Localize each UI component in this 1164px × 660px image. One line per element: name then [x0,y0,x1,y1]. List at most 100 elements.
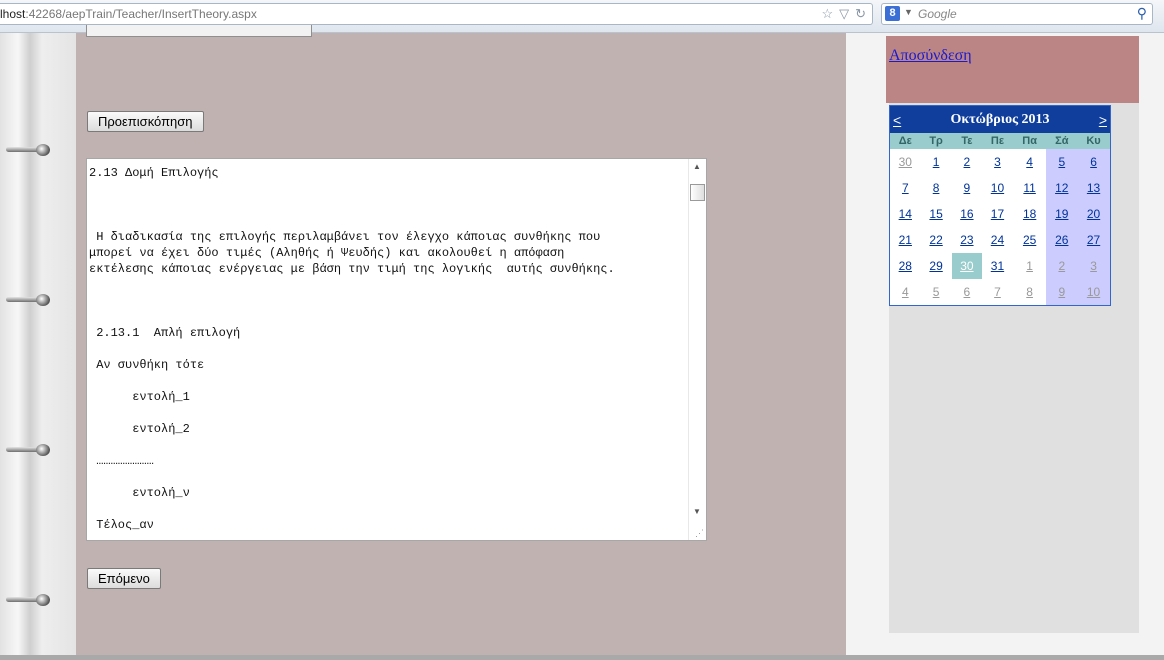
calendar-day-link[interactable]: 10 [991,181,1004,195]
calendar-day-link[interactable]: 3 [994,155,1001,169]
calendar-day-cell[interactable]: 21 [890,227,921,253]
calendar-day-cell[interactable]: 14 [890,201,921,227]
calendar-day-link[interactable]: 25 [1023,233,1036,247]
reload-icon[interactable]: ↻ [855,6,866,21]
calendar-day-link[interactable]: 26 [1055,233,1068,247]
calendar-day-link[interactable]: 14 [899,207,912,221]
address-bar[interactable]: lhost:42268/aepTrain/Teacher/InsertTheor… [0,3,873,25]
calendar-day-link[interactable]: 12 [1055,181,1068,195]
calendar-day-cell[interactable]: 9 [1046,279,1078,305]
calendar-day-cell[interactable]: 1 [921,149,952,175]
calendar-day-cell[interactable]: 22 [921,227,952,253]
calendar-day-cell[interactable]: 23 [952,227,983,253]
calendar-day-cell[interactable]: 30 [951,253,983,279]
logout-link[interactable]: Αποσύνδεση [889,47,972,65]
calendar-day-link[interactable]: 5 [1058,155,1065,169]
calendar-day-cell[interactable]: 1 [1013,253,1047,279]
calendar-day-cell[interactable]: 29 [921,253,952,279]
calendar-day-link[interactable]: 7 [902,181,909,195]
calendar-day-link[interactable]: 1 [933,155,940,169]
calendar-day-link[interactable]: 8 [1026,285,1033,299]
calendar-day-cell[interactable]: 2 [1046,253,1078,279]
calendar-day-link[interactable]: 23 [960,233,973,247]
calendar-day-link[interactable]: 2 [1058,259,1065,273]
calendar-day-link[interactable]: 9 [964,181,971,195]
calendar-day-cell[interactable]: 30 [890,149,921,175]
calendar-day-cell[interactable]: 3 [1077,253,1110,279]
calendar-day-cell[interactable]: 31 [982,253,1013,279]
google-icon[interactable]: 8 [885,6,900,21]
search-icon[interactable]: ⚲ [1137,5,1147,22]
resize-grip-icon[interactable]: ⋰ [695,528,704,539]
calendar-day-cell[interactable]: 25 [1013,227,1047,253]
calendar-day-cell[interactable]: 20 [1077,201,1110,227]
calendar-day-link[interactable]: 18 [1023,207,1036,221]
calendar-day-link[interactable]: 1 [1026,259,1033,273]
scroll-thumb[interactable] [690,184,705,201]
calendar-day-link[interactable]: 7 [994,285,1001,299]
calendar-day-cell[interactable]: 9 [952,175,983,201]
calendar-day-cell[interactable]: 11 [1013,175,1047,201]
calendar-day-link[interactable]: 2 [964,155,971,169]
dropdown-arrow-icon[interactable]: ▽ [839,6,849,21]
next-button[interactable]: Επόμενο [87,568,161,589]
calendar-day-cell[interactable]: 6 [952,279,983,305]
search-engine-dropdown-icon[interactable]: ▼ [904,7,913,17]
calendar-day-link[interactable]: 10 [1087,285,1100,299]
calendar-day-link[interactable]: 22 [929,233,942,247]
calendar-day-link[interactable]: 5 [933,285,940,299]
editor-scrollbar[interactable]: ▲ ▼ [688,159,706,540]
calendar-day-cell[interactable]: 13 [1077,175,1110,201]
calendar-day-cell[interactable]: 4 [890,279,921,305]
calendar-day-cell[interactable]: 26 [1046,227,1078,253]
calendar-day-cell[interactable]: 5 [1046,149,1078,175]
editor-content[interactable]: 2.13 Δομή Επιλογής Η διαδικασία της επιλ… [89,165,687,533]
calendar-next-month[interactable]: > [1099,112,1107,128]
search-bar[interactable]: 8 ▼ Google ⚲ [881,3,1153,25]
calendar-day-link[interactable]: 30 [899,155,912,169]
calendar-day-cell[interactable]: 3 [982,149,1013,175]
calendar-day-link[interactable]: 21 [899,233,912,247]
calendar-day-cell[interactable]: 4 [1013,149,1047,175]
calendar-day-link[interactable]: 29 [929,259,942,273]
cropped-control[interactable] [86,25,312,37]
calendar-day-link[interactable]: 27 [1087,233,1100,247]
calendar-day-link[interactable]: 9 [1058,285,1065,299]
calendar-day-link[interactable]: 28 [899,259,912,273]
scroll-up-icon[interactable]: ▲ [693,162,701,171]
calendar-day-link[interactable]: 4 [1026,155,1033,169]
calendar-day-link[interactable]: 8 [933,181,940,195]
calendar-day-cell[interactable]: 15 [921,201,952,227]
calendar-day-link[interactable]: 6 [964,285,971,299]
calendar-day-cell[interactable]: 8 [1013,279,1047,305]
calendar-day-link[interactable]: 20 [1087,207,1100,221]
calendar-day-link[interactable]: 13 [1087,181,1100,195]
calendar-day-cell[interactable]: 6 [1077,149,1110,175]
calendar-day-link[interactable]: 6 [1090,155,1097,169]
calendar-day-link[interactable]: 19 [1055,207,1068,221]
calendar-day-link[interactable]: 3 [1090,259,1097,273]
calendar-day-link[interactable]: 30 [960,259,973,273]
calendar-day-cell[interactable]: 27 [1077,227,1110,253]
calendar-day-link[interactable]: 4 [902,285,909,299]
calendar-day-cell[interactable]: 10 [1077,279,1110,305]
calendar-day-cell[interactable]: 5 [921,279,952,305]
calendar-day-cell[interactable]: 24 [982,227,1013,253]
calendar-day-cell[interactable]: 16 [952,201,983,227]
calendar-day-cell[interactable]: 10 [982,175,1013,201]
calendar-day-cell[interactable]: 7 [982,279,1013,305]
calendar-day-link[interactable]: 17 [991,207,1004,221]
calendar-day-cell[interactable]: 12 [1046,175,1078,201]
preview-button[interactable]: Προεπισκόπηση [87,111,204,132]
calendar-day-link[interactable]: 15 [929,207,942,221]
calendar-day-link[interactable]: 31 [991,259,1004,273]
calendar-day-link[interactable]: 16 [960,207,973,221]
calendar-day-link[interactable]: 24 [991,233,1004,247]
bookmark-star-icon[interactable]: ☆ [821,6,833,21]
calendar-day-cell[interactable]: 8 [921,175,952,201]
scroll-down-icon[interactable]: ▼ [693,507,701,516]
theory-editor[interactable]: 2.13 Δομή Επιλογής Η διαδικασία της επιλ… [86,158,707,541]
calendar-day-cell[interactable]: 2 [952,149,983,175]
calendar-day-cell[interactable]: 7 [890,175,921,201]
calendar-day-cell[interactable]: 28 [890,253,921,279]
